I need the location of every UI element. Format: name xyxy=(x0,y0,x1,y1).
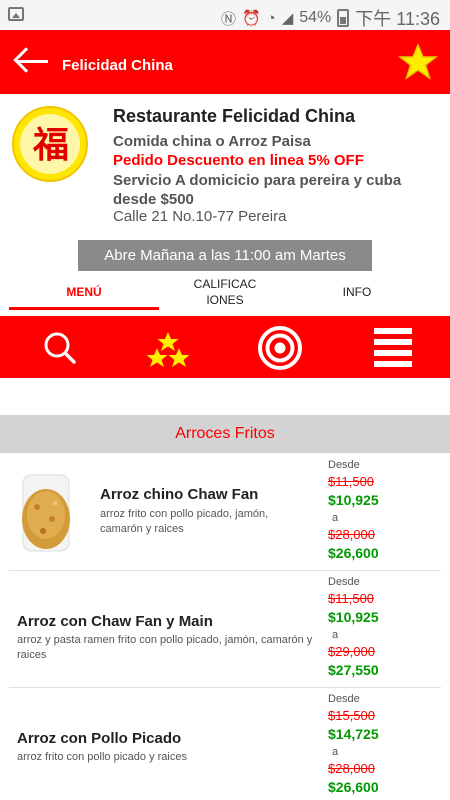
clock: 下午 11:36 xyxy=(355,9,440,29)
menu-item[interactable]: Arroz con Pollo Picado arroz frito con p… xyxy=(9,689,441,800)
tab-calificaciones-line1: CALIFICAC xyxy=(193,277,257,291)
price-old: $11,500 xyxy=(328,591,375,606)
search-button[interactable] xyxy=(36,324,84,372)
price-old-max: $29,000 xyxy=(328,644,375,659)
battery-icon xyxy=(337,9,350,27)
restaurant-info: 福 Restaurante Felicidad China Comida chi… xyxy=(0,94,450,234)
price-new-max: $27,550 xyxy=(328,662,379,678)
status-icons: Ⓝ ⏰ ◔ ◢ 54% 下午 11:36 xyxy=(221,5,440,31)
dish-name: Arroz con Chaw Fan y Main xyxy=(17,613,213,630)
target-button[interactable] xyxy=(256,324,304,372)
price-new: $14,725 xyxy=(328,726,379,742)
wifi-icon: ◔ xyxy=(266,9,276,27)
price-block: Desde $11,500 $10,925 a $28,000 $26,600 xyxy=(328,457,408,563)
ratings-button[interactable] xyxy=(144,324,192,372)
stars-icon xyxy=(146,332,190,367)
section-header: Arroces Fritos xyxy=(0,415,450,453)
status-bar: Ⓝ ⏰ ◔ ◢ 54% 下午 11:36 xyxy=(0,0,450,30)
app-title: Felicidad China xyxy=(62,57,173,74)
star-icon xyxy=(397,43,439,80)
alarm-icon: ⏰ xyxy=(241,10,261,27)
price-block: Desde $11,500 $10,925 a $29,000 $27,550 xyxy=(328,574,408,680)
open-status-banner: Abre Mañana a las 11:00 am Martes xyxy=(78,240,372,271)
price-to-label: a xyxy=(332,512,339,524)
restaurant-name: Restaurante Felicidad China xyxy=(113,106,356,126)
price-from-label: Desde xyxy=(328,576,360,588)
list-button[interactable] xyxy=(370,324,418,372)
menu-list-icon xyxy=(374,328,412,367)
app-bar: Felicidad China xyxy=(0,30,450,94)
dish-name: Arroz con Pollo Picado xyxy=(17,730,182,747)
menu-item[interactable]: Arroz con Chaw Fan y Main arroz y pasta … xyxy=(9,572,441,688)
price-from-label: Desde xyxy=(328,459,360,471)
tab-bar: MENÚ CALIFICAC IONES INFO xyxy=(0,274,450,314)
price-old-max: $28,000 xyxy=(328,761,375,776)
tab-calificaciones-line2: IONES xyxy=(206,293,244,307)
price-old: $11,500 xyxy=(328,474,375,489)
restaurant-category: Comida china o Arroz Paisa xyxy=(113,133,311,150)
signal-icon: ◢ xyxy=(281,10,294,27)
restaurant-logo: 福 xyxy=(12,106,88,182)
restaurant-address: Calle 21 No.10-77 Pereira xyxy=(113,208,287,225)
dish-name: Arroz chino Chaw Fan xyxy=(100,486,259,503)
search-icon xyxy=(44,332,76,364)
battery-percent: 54% xyxy=(299,9,332,26)
target-icon xyxy=(258,326,302,370)
icon-toolbar xyxy=(0,316,450,378)
price-old: $15,500 xyxy=(328,708,375,723)
discount-text: Pedido Descuento en linea 5% OFF xyxy=(113,152,364,169)
tab-menu[interactable]: MENÚ xyxy=(9,274,159,310)
price-new: $10,925 xyxy=(328,492,379,508)
dish-description: arroz frito con pollo picado, jamón, cam… xyxy=(100,508,269,535)
price-new: $10,925 xyxy=(328,609,379,625)
nfc-icon: Ⓝ xyxy=(220,10,236,28)
price-old-max: $28,000 xyxy=(328,527,375,542)
price-from-label: Desde xyxy=(328,693,360,705)
gallery-notification-icon xyxy=(8,7,24,21)
dish-thumbnail xyxy=(17,473,75,553)
price-to-label: a xyxy=(332,746,339,758)
price-to-label: a xyxy=(332,629,339,641)
logo-character: 福 xyxy=(32,124,69,166)
price-block: Desde $15,500 $14,725 a $28,000 $26,600 xyxy=(328,691,408,797)
dish-description: arroz frito con pollo picado y raices xyxy=(17,751,187,763)
tab-info[interactable]: INFO xyxy=(282,274,432,310)
tab-calificaciones[interactable]: CALIFICAC IONES xyxy=(150,276,300,312)
price-new-max: $26,600 xyxy=(328,779,379,795)
favorite-button[interactable] xyxy=(397,42,439,82)
back-button[interactable] xyxy=(12,44,52,80)
dish-description: arroz y pasta ramen frito con pollo pica… xyxy=(17,634,313,661)
delivery-text: Servicio A domicicio para pereira y cuba… xyxy=(113,172,402,208)
price-new-max: $26,600 xyxy=(328,545,379,561)
menu-item[interactable]: Arroz chino Chaw Fan arroz frito con pol… xyxy=(9,455,441,571)
